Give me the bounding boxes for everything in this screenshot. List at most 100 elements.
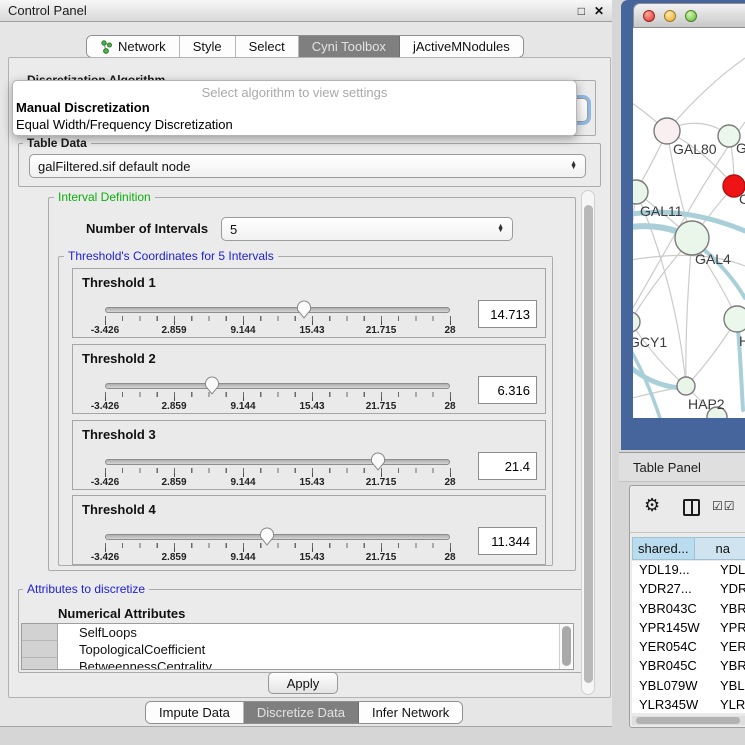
popup-item-equal-width-frequency[interactable]: Equal Width/Frequency Discretization [16, 117, 233, 132]
tab-jactivemnodules-label: jActiveMNodules [413, 39, 510, 54]
threshold-value-field[interactable]: 14.713 [478, 300, 537, 328]
threshold-slider[interactable]: -3.426 2.859 9.144 15.43 21.715 28 [105, 421, 450, 491]
tick-label: 21.715 [366, 401, 397, 412]
bottom-tabbar: Impute Data Discretize Data Infer Networ… [145, 701, 463, 724]
popup-item-manual-discretization[interactable]: Manual Discretization [16, 100, 150, 115]
attribute-checkbox[interactable] [22, 641, 58, 658]
tab-impute-data[interactable]: Impute Data [146, 702, 244, 723]
table-row[interactable]: YBR043C YBR0 [632, 600, 745, 619]
threshold-row: Threshold 4 -3.426 2.859 9.144 15.43 21.… [72, 495, 546, 565]
tab-jactivemnodules[interactable]: jActiveMNodules [400, 36, 523, 57]
tick-label: 21.715 [366, 477, 397, 488]
table-header-row: shared... na [632, 537, 745, 560]
threshold-value-field[interactable]: 11.344 [478, 527, 537, 555]
slider-track[interactable] [105, 383, 450, 389]
algorithm-dropdown-popup: Select algorithm to view settings Manual… [12, 80, 577, 136]
control-panel-header: Control Panel □ ✕ [0, 0, 612, 22]
node-label: HAP2 [688, 396, 725, 412]
tick-label: 28 [444, 477, 455, 488]
slider-thumb[interactable] [296, 300, 312, 319]
tab-style[interactable]: Style [180, 36, 236, 57]
number-of-intervals-label: Number of Intervals [86, 221, 208, 236]
zoom-traffic-light-icon[interactable] [685, 10, 697, 22]
attribute-checkbox[interactable] [22, 658, 58, 670]
slider-thumb[interactable] [259, 527, 275, 546]
slider-thumb[interactable] [370, 452, 386, 471]
slider-track[interactable] [105, 459, 450, 465]
node-gal4[interactable] [675, 221, 709, 255]
table-row[interactable]: YDL19... YDL1 [632, 561, 745, 580]
interval-definition-group-title: Interval Definition [54, 190, 155, 204]
tab-discretize-data[interactable]: Discretize Data [244, 702, 359, 723]
node-label: GAL11 [640, 203, 683, 219]
tab-cyni-toolbox[interactable]: Cyni Toolbox [299, 36, 400, 57]
table-row[interactable]: YBL079W YBL0 [632, 677, 745, 696]
node-label: GAL4 [695, 251, 731, 267]
threshold-slider[interactable]: -3.426 2.859 9.144 15.43 21.715 28 [105, 269, 450, 339]
tick-label: 28 [444, 552, 455, 563]
spinner-arrows-icon[interactable]: ▲▼ [491, 225, 504, 233]
number-of-intervals-combobox[interactable]: 5 ▲▼ [221, 217, 513, 241]
content-vertical-scrollbar[interactable] [581, 190, 595, 695]
slider-track[interactable] [105, 534, 450, 540]
node-gcy1[interactable] [633, 312, 640, 332]
tick-label: 2.859 [161, 401, 186, 412]
tick-label: 28 [444, 401, 455, 412]
tab-network[interactable]: Network [87, 36, 180, 57]
numerical-attributes-list[interactable]: SelfLoops TopologicalCoefficient Between… [21, 623, 574, 670]
minimize-traffic-light-icon[interactable] [664, 10, 676, 22]
node-gal11[interactable] [633, 180, 648, 204]
node-label: GCY1 [633, 334, 667, 350]
tick-label: -3.426 [91, 552, 119, 563]
slider-thumb[interactable] [204, 376, 220, 395]
slider-track[interactable] [105, 307, 450, 313]
network-window-titlebar[interactable] [633, 3, 745, 28]
number-of-intervals-value: 5 [230, 222, 237, 237]
list-item[interactable]: SelfLoops [22, 624, 573, 641]
table-row[interactable]: YBR045C YBR0 [632, 657, 745, 676]
close-icon[interactable]: ✕ [594, 4, 604, 18]
tick-label: 2.859 [161, 552, 186, 563]
threshold-value-field[interactable]: 6.316 [478, 376, 537, 404]
list-item[interactable]: TopologicalCoefficient [22, 641, 573, 658]
table-horizontal-scrollbar[interactable] [632, 716, 745, 725]
tick-label: 15.43 [299, 477, 324, 488]
tab-select[interactable]: Select [236, 36, 299, 57]
gear-icon[interactable]: ⚙ [644, 495, 660, 516]
tick-label: 9.144 [230, 401, 255, 412]
node-green[interactable] [724, 306, 745, 332]
column-header-name[interactable]: na [695, 537, 745, 560]
threshold-value-field[interactable]: 21.4 [478, 452, 537, 480]
network-canvas[interactable]: GAL80 GA GAL11 C GAL4 GCY1 H HAP2 [633, 28, 745, 418]
column-header-shared-name[interactable]: shared... [632, 537, 695, 560]
threshold-slider[interactable]: -3.426 2.859 9.144 15.43 21.715 28 [105, 496, 450, 566]
list-vertical-scrollbar[interactable] [559, 624, 573, 669]
table-row[interactable]: YDR27... YDR2 [632, 580, 745, 599]
attribute-checkbox[interactable] [22, 624, 58, 641]
threshold-slider[interactable]: -3.426 2.859 9.144 15.43 21.715 28 [105, 345, 450, 415]
table-panel-header: Table Panel [619, 452, 745, 482]
apply-button[interactable]: Apply [268, 672, 338, 694]
table-row[interactable]: YER054C YER0 [632, 638, 745, 657]
tab-infer-network[interactable]: Infer Network [359, 702, 462, 723]
thresholds-group-title: Threshold's Coordinates for 5 Intervals [64, 249, 278, 263]
table-row[interactable]: YPR145W YPR1 [632, 619, 745, 638]
float-window-icon[interactable]: □ [578, 4, 585, 18]
split-columns-icon[interactable] [683, 499, 700, 516]
numerical-attributes-label: Numerical Attributes [58, 606, 185, 621]
select-columns-icon[interactable]: ☑☑ [712, 499, 736, 513]
threshold-row: Threshold 2 -3.426 2.859 9.144 15.43 21.… [72, 344, 546, 414]
list-item[interactable]: BetweennessCentrality [22, 658, 573, 670]
table-body[interactable]: YDL19... YDL1 YDR27... YDR2 YBR043C YBR0… [632, 561, 745, 713]
node-hap2[interactable] [677, 377, 695, 395]
table-data-combobox[interactable]: galFiltered.sif default node ▲▼ [29, 154, 586, 178]
tick-label: 9.144 [230, 552, 255, 563]
table-row[interactable]: YLR345W YLR3 [632, 696, 745, 713]
spinner-arrows-icon[interactable]: ▲▼ [564, 162, 577, 170]
table-toolbar: ⚙ ☑☑ [630, 486, 745, 533]
table-data-group-title: Table Data [23, 136, 91, 150]
close-traffic-light-icon[interactable] [643, 10, 655, 22]
popup-hint: Select algorithm to view settings [13, 85, 576, 100]
tick-label: 21.715 [366, 552, 397, 563]
tick-label: 21.715 [366, 325, 397, 336]
